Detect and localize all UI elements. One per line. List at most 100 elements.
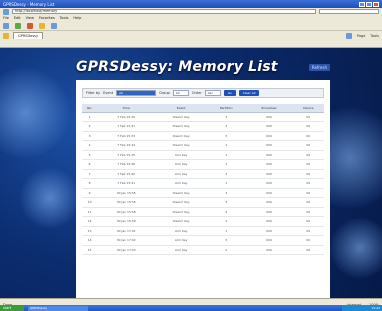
table-row[interactable]: 77 Feb 15:40 Arm Key 3 000 00: [82, 169, 324, 179]
table-row[interactable]: 12 30 Jan 15:59 Disarm Key 1 000 00: [82, 216, 324, 227]
order-label: Order: [191, 91, 202, 95]
filter-label: Filter by: [86, 91, 101, 95]
page-menu[interactable]: Page: [357, 34, 365, 38]
cell-zone-user: 000: [245, 150, 293, 160]
menu-edit[interactable]: Edit: [14, 16, 21, 20]
cell-device: 00: [292, 150, 324, 160]
menu-file[interactable]: File: [3, 16, 9, 20]
go-button[interactable]: Go: [223, 90, 236, 96]
col-time: Time: [97, 104, 156, 113]
command-bar: Page Tools: [345, 32, 379, 39]
menu-favorites[interactable]: Favorites: [39, 16, 55, 20]
cell-no: 4: [82, 140, 98, 151]
address-bar[interactable]: http://localhost/memory: [12, 9, 316, 14]
tools-menu[interactable]: Tools: [370, 34, 379, 38]
table-row[interactable]: 47 Feb 15:34 Disarm Key 1 000 00: [82, 140, 324, 151]
search-input[interactable]: [319, 9, 379, 14]
table-row[interactable]: 10 30 Jan 15:56 Disarm Key 3 000 00: [82, 197, 324, 208]
links-toolbar: [0, 21, 382, 30]
cell-time: 30 Jan 15:59: [97, 216, 156, 227]
table-row[interactable]: 14 30 Jan 17:02 Arm Key 3 000 00: [82, 235, 324, 246]
popup-blocker-icon[interactable]: [27, 22, 33, 29]
cell-event: Disarm Key: [155, 216, 208, 227]
menu-tools[interactable]: Tools: [60, 16, 69, 20]
cell-no: 9: [82, 188, 98, 198]
bookmark-icon[interactable]: [15, 22, 21, 29]
table-row[interactable]: 9 30 Jan 15:55 Disarm Key 3 000 00: [82, 188, 324, 198]
group-select[interactable]: All: [172, 90, 189, 96]
google-icon[interactable]: [3, 22, 9, 29]
cell-no: 15: [82, 245, 98, 255]
cell-partition: 3: [207, 131, 246, 141]
table-header-row: No. Time Event Partition Zone/User Devic…: [82, 104, 324, 113]
menu-view[interactable]: View: [26, 16, 34, 20]
table-row[interactable]: 37 Feb 15:33 Disarm Key 3 000 00: [82, 131, 324, 141]
cell-event: Disarm Key: [155, 112, 208, 122]
cell-event: Arm Key: [155, 169, 208, 179]
cell-event: Disarm Key: [155, 188, 208, 198]
cell-event: Arm Key: [155, 235, 208, 246]
minimize-button[interactable]: [359, 1, 365, 7]
col-zone-user: Zone/User: [245, 104, 293, 113]
start-button[interactable]: start: [0, 305, 24, 311]
cell-event: Disarm Key: [155, 207, 208, 217]
cell-time: 30 Jan 15:58: [97, 207, 156, 217]
taskbar: start GPRSDessy 15:42: [0, 305, 382, 311]
cell-device: 00: [292, 226, 324, 236]
clear-all-button[interactable]: Clear All: [238, 90, 260, 96]
table-row[interactable]: 11 30 Jan 15:58 Disarm Key 3 000 00: [82, 207, 324, 217]
table-row[interactable]: 17 Feb 15:30 Disarm Key 3 000 00: [82, 112, 324, 122]
cell-time: 7 Feb 15:36: [97, 159, 156, 170]
col-event: Event: [155, 104, 208, 113]
content-panel: Filter by Event All Group All Order Asc …: [76, 80, 330, 298]
cell-event: Arm Key: [155, 226, 208, 236]
cell-partition: 3: [207, 207, 246, 217]
table-row[interactable]: 57 Feb 15:35 Arm Key 1 000 00: [82, 150, 324, 160]
cell-device: 00: [292, 216, 324, 227]
cell-partition: 3: [207, 188, 246, 198]
cell-zone-user: 000: [245, 235, 293, 246]
cell-no: 8: [82, 178, 98, 189]
event-select[interactable]: All: [116, 90, 157, 96]
table-row[interactable]: 13 30 Jan 17:01 Arm Key 1 000 00: [82, 226, 324, 236]
cell-time: 7 Feb 15:34: [97, 140, 156, 151]
cell-time: 7 Feb 15:33: [97, 131, 156, 141]
close-button[interactable]: [373, 1, 379, 7]
cell-device: 00: [292, 112, 324, 122]
table-row[interactable]: 15 30 Jan 17:03 Arm Key 2 000 00: [82, 245, 324, 255]
home-icon[interactable]: [345, 32, 352, 39]
maximize-button[interactable]: [366, 1, 372, 7]
cell-no: 10: [82, 197, 98, 208]
table-row[interactable]: 27 Feb 15:31 Disarm Key 3 000 00: [82, 121, 324, 132]
cell-event: Disarm Key: [155, 131, 208, 141]
cell-event: Arm Key: [155, 150, 208, 160]
cell-no: 11: [82, 207, 98, 217]
table-row[interactable]: 67 Feb 15:36 Arm Key 1 000 00: [82, 159, 324, 170]
cell-no: 5: [82, 150, 98, 160]
taskbar-item[interactable]: GPRSDessy: [28, 305, 88, 311]
autofill-icon[interactable]: [51, 22, 57, 29]
cell-partition: 1: [207, 226, 246, 236]
cell-zone-user: 000: [245, 159, 293, 170]
cell-device: 00: [292, 245, 324, 255]
browser-tab[interactable]: GPRSDessy: [13, 32, 44, 39]
cell-device: 00: [292, 235, 324, 246]
check-icon[interactable]: [39, 22, 45, 29]
cell-time: 7 Feb 15:40: [97, 169, 156, 179]
cell-zone-user: 000: [245, 226, 293, 236]
cell-partition: 1: [207, 216, 246, 227]
order-select[interactable]: Asc: [204, 90, 221, 96]
cell-zone-user: 000: [245, 178, 293, 189]
cell-zone-user: 000: [245, 245, 293, 255]
cell-time: 7 Feb 15:30: [97, 112, 156, 122]
favorites-star-icon[interactable]: [3, 33, 9, 39]
table-row[interactable]: 87 Feb 15:41 Arm Key 1 000 00: [82, 178, 324, 189]
refresh-link[interactable]: Refresh: [308, 63, 330, 71]
cell-partition: 1: [207, 140, 246, 151]
cell-zone-user: 000: [245, 131, 293, 141]
menu-help[interactable]: Help: [73, 16, 81, 20]
cell-event: Disarm Key: [155, 121, 208, 132]
address-row: http://localhost/memory: [0, 8, 382, 15]
cell-zone-user: 000: [245, 188, 293, 198]
back-icon[interactable]: [3, 8, 9, 15]
